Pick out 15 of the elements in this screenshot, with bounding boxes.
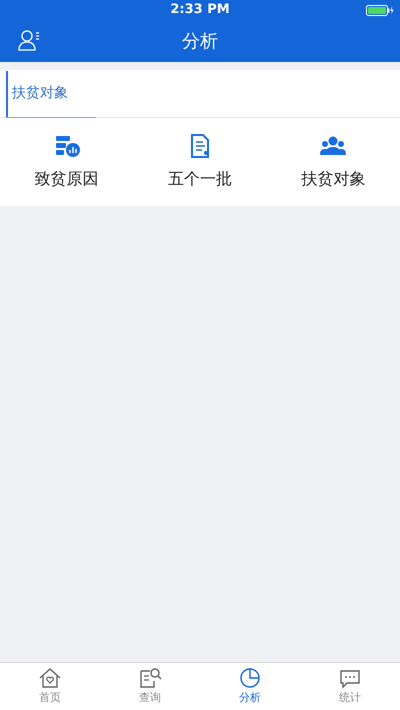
home-icon [38, 666, 62, 690]
tab-bar-item[interactable]: 分析 [200, 663, 300, 710]
battery-icon [366, 5, 394, 16]
category-button[interactable]: 扶贫对象 [266, 118, 400, 206]
category-button[interactable]: 致贫原因 [0, 118, 134, 206]
chart-icon [54, 133, 80, 159]
tab-bar-item[interactable]: 首页 [0, 663, 100, 710]
pie-chart-icon [238, 666, 262, 690]
status-time: 2:33 PM [170, 1, 230, 20]
category-button[interactable]: 五个一批 [133, 118, 267, 206]
tab-bar-item[interactable]: 查询 [100, 663, 200, 710]
page-title: 分析 [182, 30, 218, 54]
search-icon [138, 666, 162, 690]
user-icon[interactable] [18, 28, 42, 52]
tab-bar-item[interactable]: 统计 [300, 663, 400, 710]
